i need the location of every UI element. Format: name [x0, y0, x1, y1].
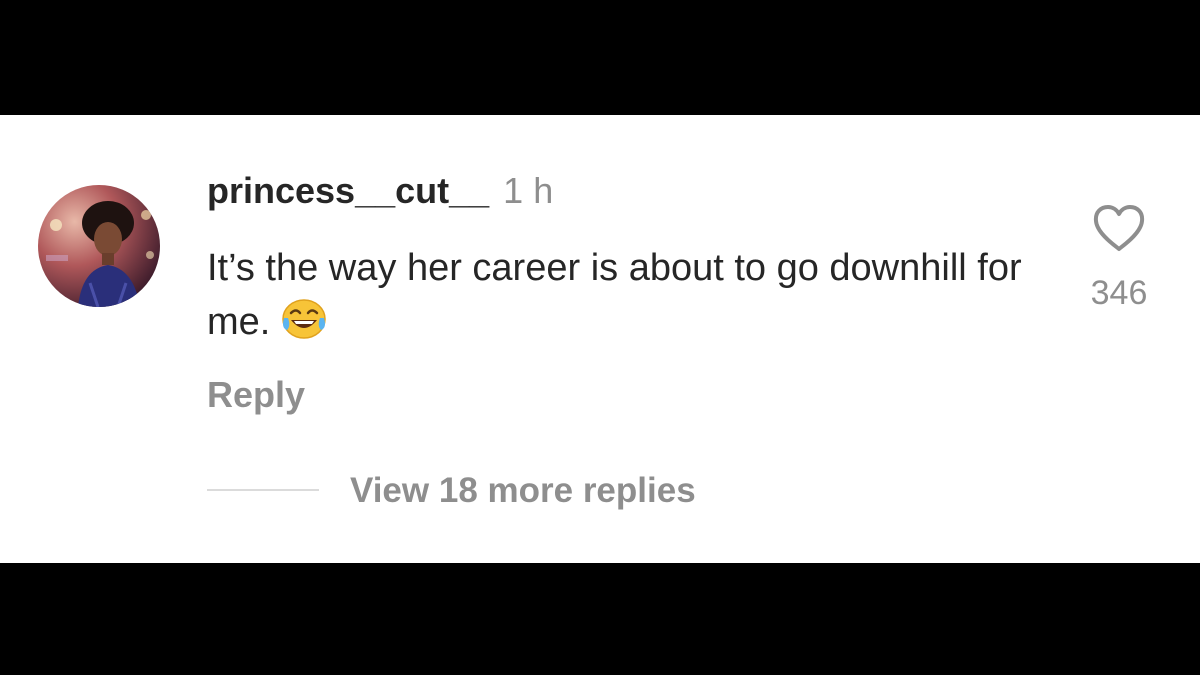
timestamp: 1 h — [503, 170, 554, 211]
comment-text: It’s the way her career is about to go d… — [207, 247, 1022, 343]
heart-outline-icon[interactable] — [1091, 202, 1147, 254]
avatar[interactable] — [38, 185, 160, 307]
comment-header: princess__cut__ 1 h — [207, 169, 553, 213]
laughing-tears-emoji-icon — [280, 298, 328, 340]
letterbox-bottom — [0, 563, 1200, 675]
username[interactable]: princess__cut__ — [207, 170, 489, 211]
avatar-image — [38, 185, 160, 307]
comment-item: princess__cut__ 1 h It’s the way her care… — [0, 115, 1200, 563]
like-count: 346 — [1090, 274, 1148, 312]
letterbox-top — [0, 0, 1200, 115]
comment-body: It’s the way her career is about to go d… — [207, 241, 1037, 349]
reply-button[interactable]: Reply — [207, 373, 305, 417]
replies-divider — [207, 489, 319, 491]
view-more-replies-button[interactable]: View 18 more replies — [350, 469, 696, 513]
